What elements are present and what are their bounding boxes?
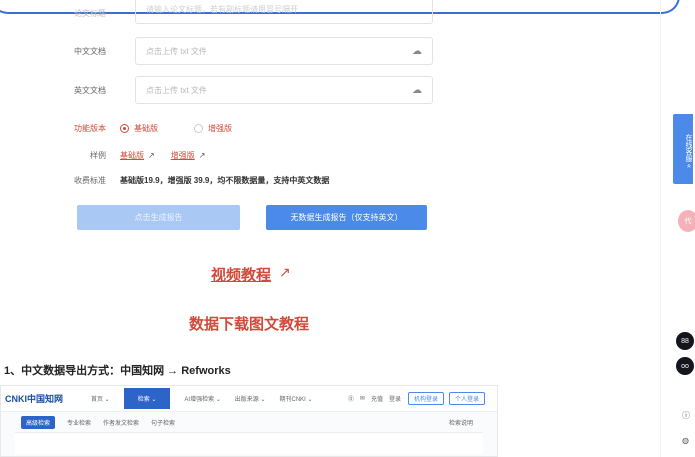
cnki-search-area <box>15 432 483 454</box>
cnki-tab-advanced: 高级检索 <box>21 415 56 429</box>
external-link-icon: ↗ <box>279 264 291 280</box>
radio-basic[interactable]: 基础版 <box>120 123 158 134</box>
cnki-menu-home: 首页 ⌄ <box>91 397 110 403</box>
cn-upload-placeholder: 点击上传 txt 文件 <box>146 46 207 56</box>
en-upload-row: 英文文档 <box>60 76 120 104</box>
globe-icon[interactable]: ◍ <box>682 436 689 445</box>
online-service-button[interactable]: 在线客服 « <box>673 114 693 184</box>
cnki-header-right: ⓪ ✉ 充值 登录 机构登录 个人登录 <box>348 392 497 405</box>
fee-row: 收费标准 基础版19.9，增强版 39.9，均不限数据量，支持中英文数据 <box>60 173 329 187</box>
mail-icon: ✉ <box>359 396 365 402</box>
cnki-screenshot: CNKI中国知网 首页 ⌄ 检索 ⌄ AI增强检索 ⌄ 出版来源 ⌄ 期刊CNK… <box>0 385 498 457</box>
fee-label: 收费标准 <box>74 175 106 185</box>
title-input[interactable]: 请输入论文标题，若有副标题请用冒号隔开 <box>135 0 433 24</box>
version-row: 功能版本 基础版 增强版 <box>60 121 268 135</box>
divider <box>660 0 661 457</box>
cnki-menu-search: 检索 ⌄ <box>123 388 171 409</box>
radio-checked-icon <box>120 123 129 133</box>
assistant-avatar-icon[interactable]: 代 <box>678 210 695 232</box>
cnki-recharge: 充值 <box>370 397 383 403</box>
title-field-label: 论文标题 <box>74 9 106 18</box>
cloud-upload-icon[interactable]: ☁ <box>412 85 422 96</box>
data-download-tutorial-title: 数据下载图文教程 <box>189 316 310 333</box>
cloud-upload-icon[interactable]: ☁ <box>412 46 422 57</box>
cnki-personal-login: 个人登录 <box>448 392 485 405</box>
no-data-report-button[interactable]: 无数据生成报告（仅支持英文） <box>266 205 427 230</box>
version-label: 功能版本 <box>74 123 106 133</box>
apps-icon[interactable]: 88 <box>676 332 694 350</box>
generate-report-button[interactable]: 点击生成报告 <box>77 205 240 230</box>
cnki-tab-professional: 专业检索 <box>67 420 92 427</box>
en-upload-field[interactable]: 点击上传 txt 文件 ☁ <box>135 76 433 104</box>
title-placeholder: 请输入论文标题，若有副标题请用冒号隔开 <box>146 5 298 14</box>
chat-bot-icon[interactable]: oo <box>676 357 694 375</box>
cnki-menu-journal: 期刊CNKI ⌄ <box>279 397 313 403</box>
radio-enhanced-label: 增强版 <box>208 123 232 133</box>
cnki-menu-source: 出版来源 ⌄ <box>234 397 266 403</box>
cnki-org-login: 机构登录 <box>407 392 444 405</box>
cn-upload-row: 中文文档 <box>60 37 120 65</box>
external-link-icon: ↗ <box>198 150 206 160</box>
cnki-login: 登录 <box>388 397 401 403</box>
example-enhanced-link[interactable]: 增强版 <box>171 150 195 161</box>
info-icon[interactable]: ⓘ <box>682 410 690 421</box>
en-upload-label: 英文文档 <box>74 85 106 95</box>
en-upload-placeholder: 点击上传 txt 文件 <box>146 85 207 95</box>
example-basic-link[interactable]: 基础版 <box>120 150 144 161</box>
radio-basic-label: 基础版 <box>134 123 158 133</box>
cn-upload-field[interactable]: 点击上传 txt 文件 ☁ <box>135 37 433 65</box>
radio-unchecked-icon <box>194 123 203 133</box>
help-icon: ⓪ <box>347 397 354 403</box>
examples-label: 样例 <box>90 150 106 160</box>
external-link-icon: ↗ <box>148 150 155 160</box>
cnki-tabs: 高级检索 专业检索 作者发文检索 句子检索 检索说明 <box>1 412 497 432</box>
cnki-menu-ai: AI增强检索 ⌄ <box>184 397 221 403</box>
cnki-tab-sentence: 句子检索 <box>151 420 176 427</box>
video-tutorial-link[interactable]: 视频教程 <box>211 264 271 285</box>
radio-enhanced[interactable]: 增强版 <box>194 123 232 134</box>
cnki-header: CNKI中国知网 首页 ⌄ 检索 ⌄ AI增强检索 ⌄ 出版来源 ⌄ 期刊CNK… <box>1 386 497 412</box>
cnki-help: 检索说明 <box>448 420 473 427</box>
cn-upload-label: 中文文档 <box>74 46 106 56</box>
examples-row: 样例 基础版 ↗ 增强版 ↗ <box>60 148 221 162</box>
cnki-logo: CNKI中国知网 <box>5 394 63 404</box>
cnki-tab-author: 作者发文检索 <box>103 420 140 427</box>
fee-text: 基础版19.9，增强版 39.9，均不限数据量，支持中英文数据 <box>120 175 330 185</box>
section-heading: 1、中文数据导出方式：中国知网 → Refworks <box>4 365 231 377</box>
